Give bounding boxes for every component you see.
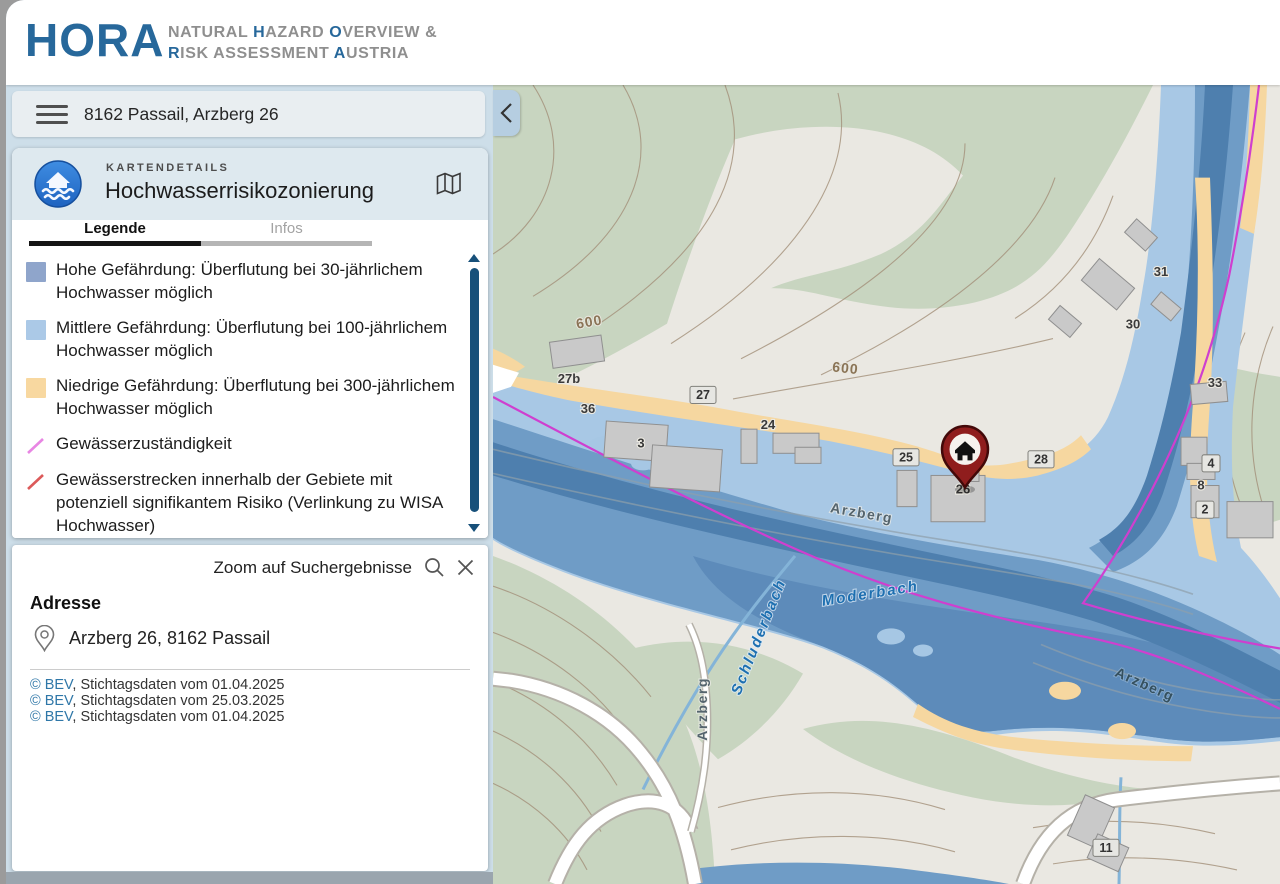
legend-swatch [26,320,46,340]
map-label-house: 33 [1208,375,1222,390]
kartendetails-panel: KARTENDETAILS Hochwasserrisikozonierung … [12,148,488,538]
legend-swatch [26,436,46,456]
legend-item: Gewässerzuständigkeit [26,432,458,456]
map-label-houseBox: 27 [696,388,710,402]
legend-label: Niedrige Gefährdung: Überflutung bei 300… [56,374,458,420]
building [741,429,757,463]
scroll-thumb[interactable] [470,268,479,512]
chevron-left-icon [500,102,513,124]
tab-legende[interactable]: Legende [29,220,201,246]
legend-label: Gewässerzuständigkeit [56,432,232,456]
logo-subtitle-line2: RISK ASSESSMENT AUSTRIA [168,43,437,64]
legend-item: Niedrige Gefährdung: Überflutung bei 300… [26,374,458,420]
scroll-down-arrow[interactable] [468,524,480,532]
hora-app: 60060027b362732425282631303348211Arzberg… [6,0,1280,884]
panel-title: Hochwasserrisikozonierung [105,178,374,204]
map-canvas[interactable]: 60060027b362732425282631303348211Arzberg… [493,85,1280,884]
menu-icon[interactable] [36,100,68,129]
tab-infos[interactable]: Infos [201,220,372,246]
building [897,470,917,506]
bev-link[interactable]: © BEV [30,677,72,693]
copyright-text: , Stichtagsdaten vom 01.04.2025 [72,677,284,693]
map-label-houseBox: 2 [1202,503,1209,517]
map-label-house: 8 [1197,477,1204,492]
copyright-line: © BEV, Stichtagsdaten vom 25.03.2025 [30,693,284,709]
zoom-to-results-label: Zoom auf Suchergebnisse [214,558,412,578]
legend-swatch [26,262,46,282]
bev-link[interactable]: © BEV [30,693,72,709]
building [650,445,723,492]
map-label-house: 24 [761,417,776,432]
legend-item: Mittlere Gefährdung: Überflutung bei 100… [26,316,458,362]
hora-logo: HORA [25,14,164,66]
search-icon[interactable] [424,557,445,578]
bev-link[interactable]: © BEV [30,709,72,725]
map-label-houseBox: 11 [1099,841,1112,855]
legend-scrollbar[interactable] [468,252,480,534]
map-label-contour: 600 [832,358,860,377]
map-label-house: 36 [581,401,595,416]
address-heading: Adresse [30,593,101,614]
copyright-text: , Stichtagsdaten vom 25.03.2025 [72,693,284,709]
map-fold-icon[interactable] [436,172,462,195]
map-label-house: 30 [1126,316,1140,331]
map-label-house: 31 [1154,264,1168,279]
copyright-text: , Stichtagsdaten vom 01.04.2025 [72,709,284,725]
copyright-block: © BEV, Stichtagsdaten vom 01.04.2025© BE… [30,677,284,725]
legend-item: Gewässerstrecken innerhalb der Gebiete m… [26,468,458,537]
close-icon[interactable] [457,559,474,576]
sidebar: 8162 Passail, Arzberg 26 [6,85,493,884]
logo-subtitle: NATURAL HAZARD OVERVIEW & RISK ASSESSMEN… [168,22,437,64]
legend-swatch [26,378,46,398]
flood-hazard-icon [34,160,82,208]
search-results-panel: Zoom auf Suchergebnisse Adresse Arzberg … [12,545,488,871]
legend-label: Hohe Gefährdung: Überflutung bei 30-jähr… [56,258,458,304]
search-input[interactable]: 8162 Passail, Arzberg 26 [84,104,279,125]
address-result-row[interactable]: Arzberg 26, 8162 Passail [34,625,270,652]
logo-subtitle-line1: NATURAL HAZARD OVERVIEW & [168,22,437,43]
divider [30,669,470,670]
map-label-houseBox: 4 [1208,456,1215,470]
building [1227,502,1273,538]
map-label-houseBox: 25 [899,450,913,464]
legend-label: Gewässerstrecken innerhalb der Gebiete m… [56,468,458,537]
sidebar-bottom-edge [6,872,493,884]
map-label-house: 27b [558,371,580,386]
scroll-up-arrow[interactable] [468,254,480,262]
legend-item: Hohe Gefährdung: Überflutung bei 30-jähr… [26,258,458,304]
zoom-to-results-button[interactable]: Zoom auf Suchergebnisse [214,557,474,578]
building [795,447,821,463]
legend-swatch [26,472,46,492]
sidebar-collapse-button[interactable] [493,90,520,136]
panel-kicker: KARTENDETAILS [106,162,229,174]
legend-label: Mittlere Gefährdung: Überflutung bei 100… [56,316,458,362]
panel-tabs: Legende Infos [12,220,488,246]
legend-list: Hohe Gefährdung: Überflutung bei 30-jähr… [12,246,488,538]
app-header: HORA NATURAL HAZARD OVERVIEW & RISK ASSE… [6,0,1280,85]
map-label-houseBox: 28 [1034,452,1048,466]
location-pin-icon [34,625,55,652]
map-label-street: Arzberg [694,677,710,741]
copyright-line: © BEV, Stichtagsdaten vom 01.04.2025 [30,677,284,693]
search-bar[interactable]: 8162 Passail, Arzberg 26 [12,91,485,137]
map-label-house: 3 [637,435,644,450]
copyright-line: © BEV, Stichtagsdaten vom 01.04.2025 [30,709,284,725]
kartendetails-header: KARTENDETAILS Hochwasserrisikozonierung [12,148,488,220]
address-result-text: Arzberg 26, 8162 Passail [69,628,270,649]
